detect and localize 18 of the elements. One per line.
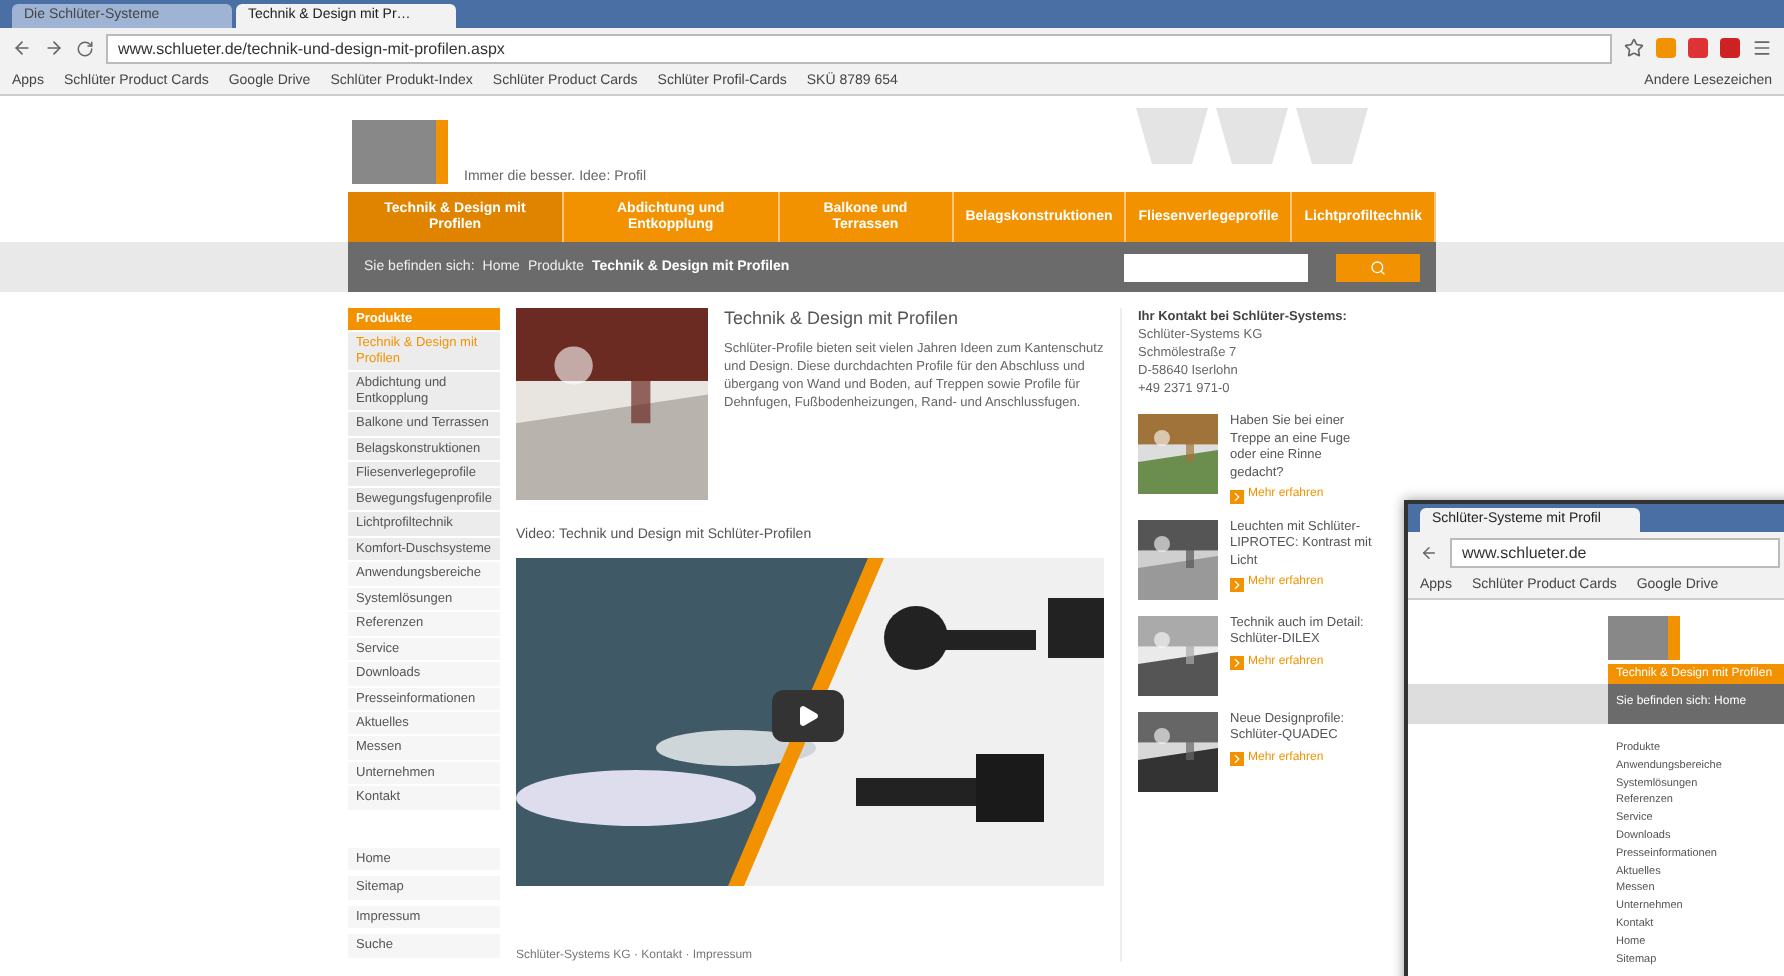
forward-icon[interactable] [44, 38, 64, 58]
chevron-icon [1230, 489, 1244, 504]
play-icon [796, 704, 820, 728]
back-icon[interactable] [12, 38, 32, 58]
search-button[interactable] [1336, 253, 1420, 281]
menu-icon[interactable] [1752, 38, 1772, 58]
search-field[interactable] [1124, 253, 1308, 281]
search-icon [1370, 259, 1386, 275]
address-field[interactable]: www.schlueter.de/technik-und-design-mit-profilen.aspx [106, 33, 1612, 63]
chevron-icon [1230, 577, 1244, 592]
page-title: Technik & Design mit Profilen [724, 308, 961, 328]
chevron-icon [1230, 656, 1244, 671]
play-button[interactable] [772, 690, 844, 742]
address-field[interactable]: www.schlueter.de [1450, 537, 1780, 567]
reload-icon[interactable] [76, 39, 94, 57]
back-icon[interactable] [1420, 543, 1438, 561]
star-icon[interactable] [1624, 38, 1644, 58]
chevron-icon [1230, 752, 1244, 767]
